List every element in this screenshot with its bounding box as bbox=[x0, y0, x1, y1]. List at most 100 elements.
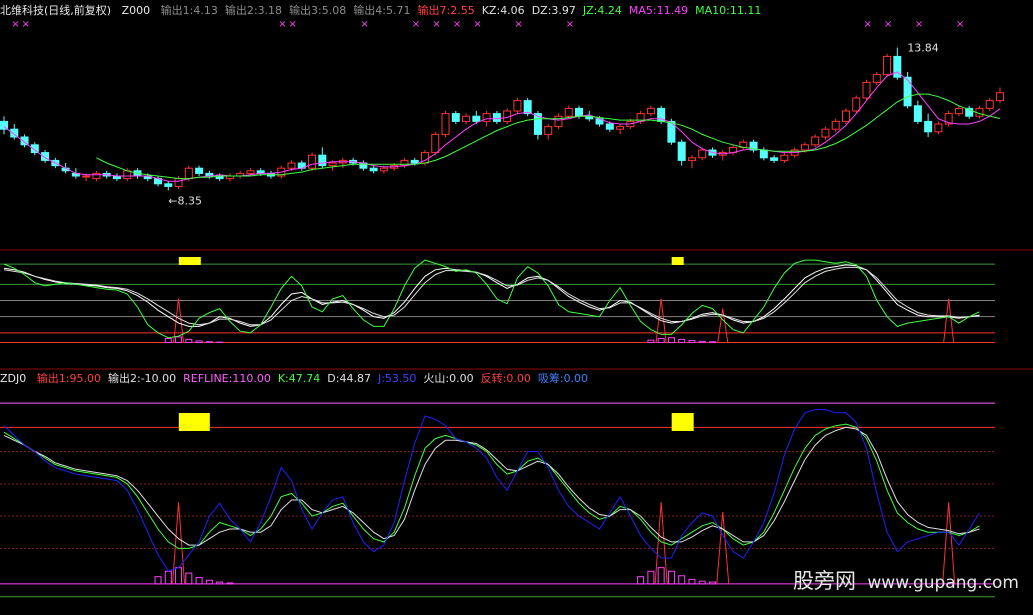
main-field-9: MA10:11.11 bbox=[695, 4, 761, 17]
sub-field-value: 0.00 bbox=[506, 372, 531, 385]
spike-red bbox=[717, 308, 729, 343]
candle-body bbox=[996, 92, 1004, 102]
volume-bar-magenta bbox=[195, 340, 203, 344]
candle-body bbox=[883, 55, 892, 76]
candle-body bbox=[123, 170, 132, 180]
main-field-value: 11.49 bbox=[656, 4, 689, 17]
main-field-label: JZ: bbox=[582, 4, 598, 17]
sub-field-4: D:44.87 bbox=[327, 372, 371, 385]
main-field-value: 4.06 bbox=[500, 4, 525, 17]
volume-bar-magenta bbox=[657, 567, 665, 585]
main-field-7: JZ:4.24 bbox=[583, 4, 622, 17]
main-field-value: 4.13 bbox=[193, 4, 218, 17]
volume-bar-magenta bbox=[688, 340, 696, 344]
candle-body bbox=[934, 123, 943, 133]
volume-bar-magenta bbox=[226, 582, 234, 585]
candle-body bbox=[913, 105, 922, 122]
candle-body bbox=[513, 100, 522, 112]
candle-body bbox=[985, 100, 994, 109]
volume-bar-magenta bbox=[647, 570, 655, 585]
main-chart-header: 北维科技(日线,前复权) Z000 输出1:4.13 输出2:3.18 输出3:5.… bbox=[0, 3, 768, 19]
main-field-8: MA5:11.49 bbox=[629, 4, 688, 17]
candle-body bbox=[410, 159, 419, 164]
signal-box-yellow bbox=[671, 257, 684, 265]
sub-field-label: 输出2: bbox=[107, 372, 141, 385]
main-field-value: 4.24 bbox=[597, 4, 622, 17]
marker-x: × bbox=[884, 19, 892, 30]
sub-field-1: 输出2:-10.00 bbox=[108, 372, 176, 385]
sub-field-8: 吸筹:0.00 bbox=[538, 372, 588, 385]
volume-bar-magenta bbox=[647, 339, 655, 344]
volume-bar-magenta bbox=[164, 570, 172, 585]
sub-field-value: 44.87 bbox=[339, 372, 371, 385]
marker-x: × bbox=[289, 19, 297, 30]
volume-bar-magenta bbox=[698, 580, 706, 585]
series-jz bbox=[3, 259, 980, 339]
volume-bar-magenta bbox=[175, 336, 183, 344]
candle-body bbox=[379, 167, 388, 172]
main-field-value: 5.08 bbox=[321, 4, 347, 17]
volume-bar-magenta bbox=[216, 581, 224, 585]
marker-x: × bbox=[453, 19, 461, 30]
candle-body bbox=[687, 157, 696, 161]
sub-field-5: J:53.50 bbox=[378, 372, 416, 385]
sub-field-label: D: bbox=[327, 372, 340, 385]
sub-chart-header: ZDJ0 输出1:95.00 输出2:-10.00 REFLINE:110.00 K:… bbox=[0, 371, 595, 387]
volume-bar-magenta bbox=[708, 341, 716, 344]
candle-body bbox=[195, 167, 204, 174]
marker-x: × bbox=[864, 19, 872, 30]
sub-field-label: REFLINE: bbox=[183, 372, 233, 385]
candle-body bbox=[174, 178, 183, 187]
candle-body bbox=[872, 74, 881, 83]
series-d bbox=[3, 426, 980, 546]
indicator-name: Z000 bbox=[121, 4, 151, 17]
main-field-2: 输出3:5.08 bbox=[289, 4, 346, 17]
volume-bar-magenta bbox=[667, 570, 675, 585]
candle-body bbox=[369, 167, 378, 172]
main-field-1: 输出2:3.18 bbox=[225, 4, 282, 17]
main-field-label: DZ: bbox=[531, 4, 552, 17]
candle-body bbox=[862, 81, 871, 99]
main-field-value: 3.97 bbox=[551, 4, 576, 17]
sub-field-value: -10.00 bbox=[140, 372, 177, 385]
volume-bar-magenta bbox=[205, 341, 213, 344]
marker-x: × bbox=[412, 19, 420, 30]
sub-field-label: 输出1: bbox=[36, 372, 70, 385]
sub-field-label: J: bbox=[377, 372, 385, 385]
volume-bar-magenta bbox=[154, 576, 162, 585]
candle-body bbox=[780, 154, 789, 161]
marker-x: × bbox=[360, 19, 368, 30]
sub-field-value: 47.74 bbox=[288, 372, 321, 385]
series-j bbox=[3, 409, 980, 572]
main-field-label: 输出4: bbox=[353, 4, 386, 17]
sub-field-value: 0.00 bbox=[563, 372, 589, 385]
main-field-label: KZ: bbox=[481, 4, 501, 17]
candle-body bbox=[184, 167, 193, 180]
marker-x: × bbox=[956, 19, 964, 30]
kline-chart-stage[interactable]: × × × × × × × × × × × × × × ×←8.3513.84 bbox=[0, 0, 1033, 615]
marker-x: × bbox=[915, 19, 923, 30]
candle-body bbox=[831, 120, 840, 130]
signal-box-yellow bbox=[178, 413, 210, 431]
volume-bar-magenta bbox=[688, 578, 696, 585]
candle-body bbox=[616, 126, 625, 130]
candle-body bbox=[554, 115, 563, 128]
volume-bar-magenta bbox=[678, 338, 686, 344]
watermark-logo: 股旁网 bbox=[792, 569, 856, 593]
sub-field-value: 53.50 bbox=[384, 372, 417, 385]
main-field-value: 3.18 bbox=[257, 4, 283, 17]
sub-field-label: 火山: bbox=[423, 372, 450, 385]
main-field-value: 5.71 bbox=[386, 4, 411, 17]
candle-body bbox=[328, 162, 337, 167]
main-field-label: 输出2: bbox=[224, 4, 258, 17]
candle-body bbox=[759, 149, 768, 159]
price-annotation: 13.84 bbox=[907, 42, 939, 55]
candle-body bbox=[646, 107, 655, 115]
main-field-label: 输出7: bbox=[417, 4, 451, 17]
volume-bar-magenta bbox=[205, 579, 213, 585]
candle-body bbox=[841, 110, 850, 122]
sub-indicator-name: ZDJ0 bbox=[0, 372, 27, 385]
main-field-6: DZ:3.97 bbox=[532, 4, 576, 17]
candle-body bbox=[462, 115, 471, 122]
volume-bar-magenta bbox=[698, 340, 706, 344]
